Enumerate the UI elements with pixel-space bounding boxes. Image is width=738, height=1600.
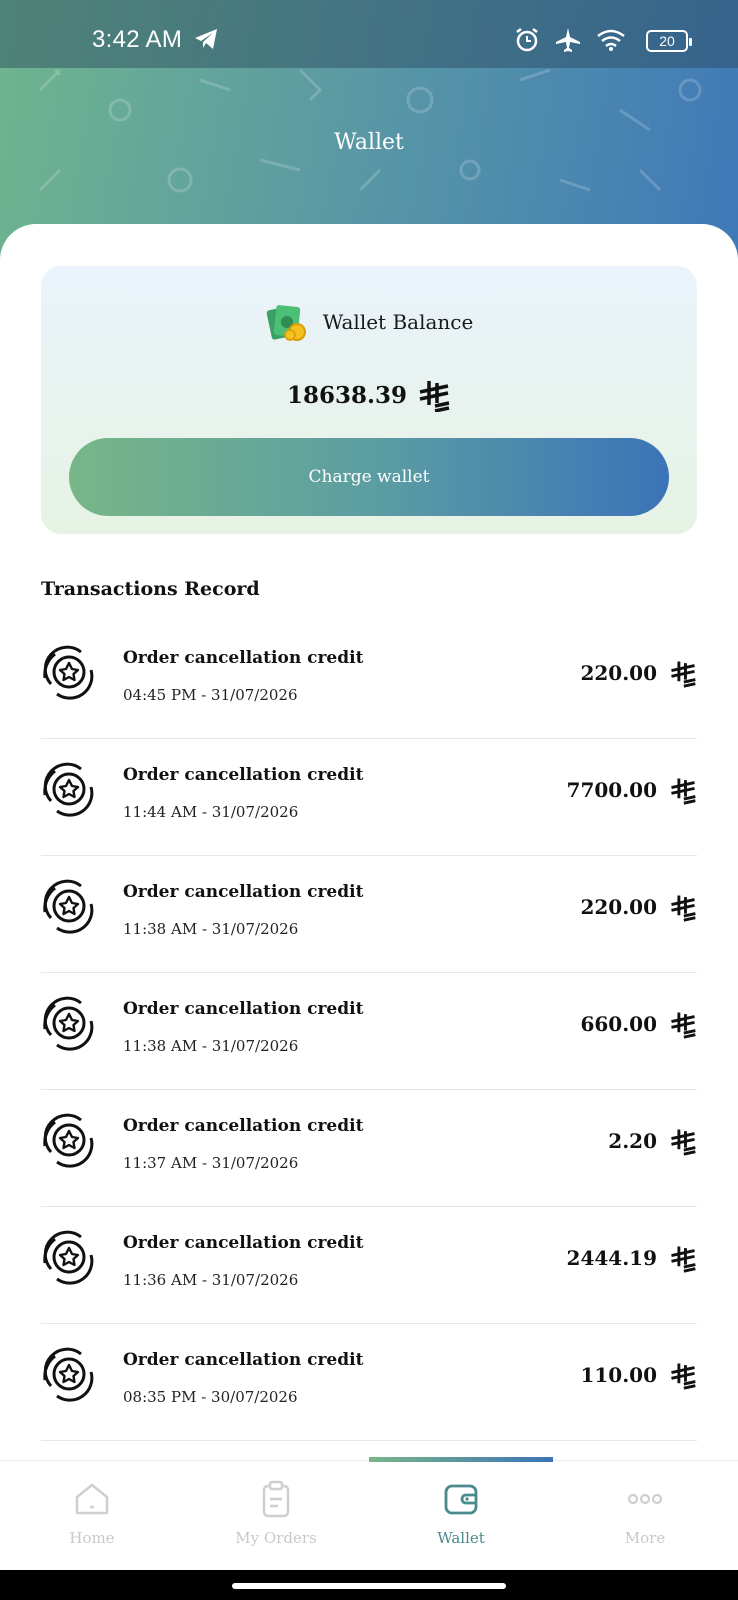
bottom-nav: Home My Orders Wallet More <box>0 1457 738 1570</box>
transaction-amount-wrap: 660.00 <box>580 1009 697 1039</box>
transaction-amount-wrap: 2.20 <box>608 1126 697 1156</box>
balance-amount-row: 18638.39 <box>41 378 697 412</box>
nav-item-more[interactable]: More <box>553 1479 737 1547</box>
star-refund-icon <box>43 996 94 1051</box>
more-dots-icon <box>627 1493 663 1505</box>
main-content: Wallet Balance 18638.39 Charge wallet Tr… <box>0 224 738 1460</box>
alarm-icon <box>516 28 538 52</box>
system-gesture-bar <box>0 1570 738 1600</box>
transaction-amount: 220.00 <box>580 661 657 685</box>
telegram-icon <box>195 29 217 49</box>
charge-wallet-button[interactable]: Charge wallet <box>69 438 669 516</box>
status-bar: 3:42 AM 20 <box>0 0 738 68</box>
transaction-title: Order cancellation credit <box>123 648 364 668</box>
nav-item-my-orders[interactable]: My Orders <box>184 1479 368 1547</box>
home-indicator[interactable] <box>232 1583 506 1589</box>
transaction-row[interactable]: Order cancellation credit 11:38 AM - 31/… <box>41 856 697 973</box>
transaction-title: Order cancellation credit <box>123 1233 364 1253</box>
clipboard-icon <box>262 1480 290 1518</box>
transaction-amount: 2.20 <box>608 1129 657 1153</box>
star-refund-icon <box>43 645 94 700</box>
airplane-icon <box>556 28 580 52</box>
transaction-title: Order cancellation credit <box>123 1350 364 1370</box>
transaction-date: 11:36 AM - 31/07/2026 <box>123 1271 299 1289</box>
transaction-row[interactable]: Order cancellation credit 11:44 AM - 31/… <box>41 739 697 856</box>
balance-header: Wallet Balance <box>41 300 697 344</box>
transaction-date: 11:37 AM - 31/07/2026 <box>123 1154 299 1172</box>
transaction-date: 11:38 AM - 31/07/2026 <box>123 1037 299 1055</box>
transaction-amount-wrap: 7700.00 <box>567 775 697 805</box>
star-refund-icon <box>43 762 94 817</box>
transaction-row[interactable]: Order cancellation credit 04:45 PM - 31/… <box>41 622 697 739</box>
transaction-date: 11:38 AM - 31/07/2026 <box>123 920 299 938</box>
transaction-row[interactable]: Order cancellation credit 11:38 AM - 31/… <box>41 973 697 1090</box>
nav-label-more: More <box>624 1529 666 1547</box>
transaction-date: 08:35 PM - 30/07/2026 <box>123 1388 298 1406</box>
status-time: 3:42 AM <box>92 26 183 53</box>
riyal-icon <box>671 1246 696 1273</box>
wallet-balance-card: Wallet Balance 18638.39 Charge wallet <box>41 266 697 534</box>
transaction-amount: 7700.00 <box>566 778 657 802</box>
transaction-row[interactable]: Order cancellation credit 11:37 AM - 31/… <box>41 1090 697 1207</box>
transaction-amount: 660.00 <box>580 1012 657 1036</box>
transaction-title: Order cancellation credit <box>123 1116 364 1136</box>
transaction-amount-wrap: 2444.19 <box>567 1243 697 1273</box>
transaction-amount: 110.00 <box>580 1363 657 1387</box>
money-stack-icon <box>266 305 306 341</box>
riyal-icon <box>671 1129 696 1156</box>
page-title: Wallet <box>334 130 404 155</box>
transaction-amount: 2444.19 <box>566 1246 657 1270</box>
transactions-title: Transactions Record <box>41 578 260 600</box>
riyal-icon <box>671 895 696 922</box>
riyal-icon <box>671 1012 696 1039</box>
transaction-date: 11:44 AM - 31/07/2026 <box>123 803 299 821</box>
transaction-title: Order cancellation credit <box>123 999 364 1019</box>
nav-label-wallet: Wallet <box>437 1529 485 1547</box>
transaction-amount-wrap: 220.00 <box>580 658 697 688</box>
home-icon <box>75 1483 109 1515</box>
nav-item-home[interactable]: Home <box>0 1479 184 1547</box>
star-refund-icon <box>43 1230 94 1285</box>
transaction-row[interactable]: Order cancellation credit 08:35 PM - 30/… <box>41 1324 697 1441</box>
transaction-amount: 220.00 <box>580 895 657 919</box>
balance-label: Wallet Balance <box>322 310 474 334</box>
riyal-icon <box>671 778 696 805</box>
wifi-icon <box>597 29 625 51</box>
transaction-date: 04:45 PM - 31/07/2026 <box>123 686 298 704</box>
nav-item-wallet[interactable]: Wallet <box>369 1479 553 1547</box>
transaction-title: Order cancellation credit <box>123 882 364 902</box>
riyal-icon <box>671 661 696 688</box>
balance-amount: 18638.39 <box>286 381 408 409</box>
riyal-icon <box>671 1363 696 1390</box>
transaction-amount-wrap: 110.00 <box>580 1360 697 1390</box>
nav-label-my-orders: My Orders <box>235 1529 317 1547</box>
nav-label-home: Home <box>69 1529 115 1547</box>
star-refund-icon <box>43 879 94 934</box>
transaction-amount-wrap: 220.00 <box>580 892 697 922</box>
star-refund-icon <box>43 1113 94 1168</box>
transaction-title: Order cancellation credit <box>123 765 364 785</box>
transaction-row[interactable]: Order cancellation credit 11:36 AM - 31/… <box>41 1207 697 1324</box>
active-tab-indicator <box>369 1457 553 1462</box>
wallet-icon <box>444 1484 478 1515</box>
transactions-list: Order cancellation credit 04:45 PM - 31/… <box>41 622 697 1441</box>
star-refund-icon <box>43 1347 94 1402</box>
battery-indicator: 20 <box>646 30 692 52</box>
status-icons <box>514 26 626 54</box>
riyal-icon <box>419 381 450 412</box>
